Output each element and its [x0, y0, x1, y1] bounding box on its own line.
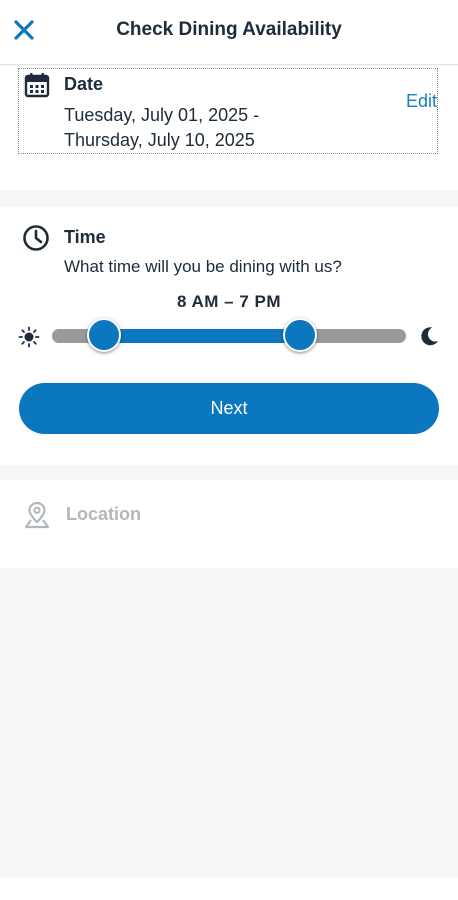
- location-section[interactable]: Location: [0, 480, 458, 568]
- time-heading: Time: [64, 227, 106, 247]
- sun-icon: [18, 326, 40, 348]
- time-range-slider[interactable]: [52, 318, 406, 352]
- clock-icon: [23, 225, 49, 251]
- bottom-bar: [0, 877, 458, 900]
- date-summary-box: Date Edit Tuesday, July 01, 2025 - Thurs…: [18, 68, 438, 154]
- slider-selected-range: [104, 329, 300, 343]
- moon-icon: [421, 327, 438, 346]
- map-pin-icon: [24, 501, 50, 529]
- date-range-start: Tuesday, July 01, 2025 -: [64, 105, 260, 125]
- calendar-icon: [24, 73, 50, 98]
- time-section: Time What time will you be dining with u…: [0, 207, 458, 465]
- slider-end-handle[interactable]: [282, 318, 317, 352]
- date-section: Date Edit Tuesday, July 01, 2025 - Thurs…: [0, 66, 458, 190]
- time-range-text: 8 AM – 7 PM: [176, 292, 282, 311]
- location-heading: Location: [66, 504, 141, 524]
- date-range-text: Tuesday, July 01, 2025 - Thursday, July …: [64, 103, 259, 153]
- date-range-end: Thursday, July 10, 2025: [64, 130, 255, 150]
- time-question: What time will you be dining with us?: [64, 257, 342, 276]
- date-heading: Date: [64, 74, 104, 94]
- slider-start-handle[interactable]: [87, 318, 122, 352]
- next-button[interactable]: Next: [19, 383, 439, 434]
- edit-date-link[interactable]: Edit: [406, 91, 437, 112]
- page-title: Check Dining Availability: [116, 19, 342, 40]
- app-header: Check Dining Availability: [0, 0, 458, 65]
